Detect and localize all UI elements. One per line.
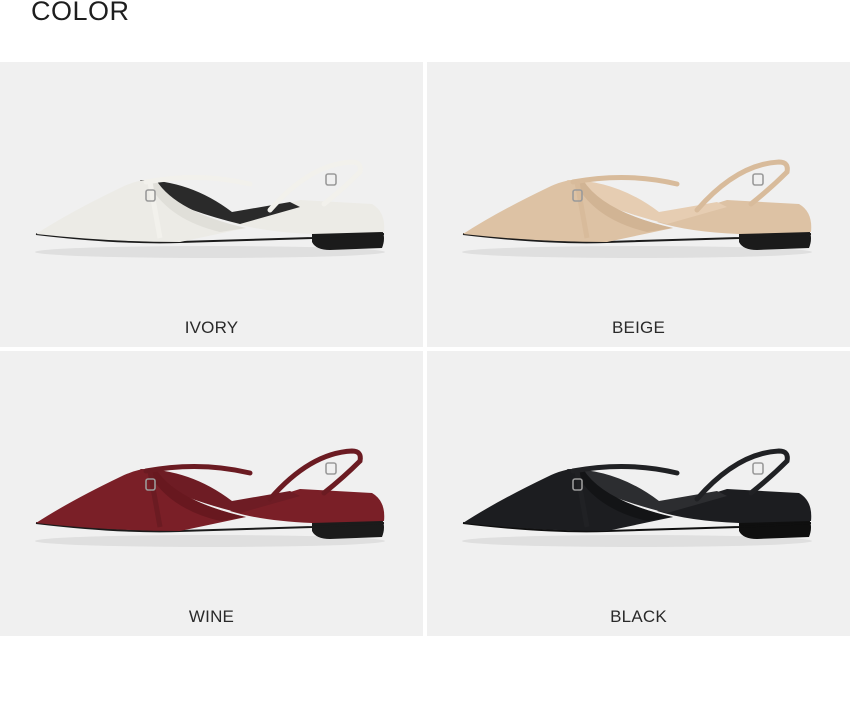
shoe-buckle-back [752, 462, 764, 475]
color-label-wine: WINE [188, 607, 235, 626]
shoe-buckle-back [325, 462, 337, 475]
color-swatch-ivory[interactable]: IVORY [0, 62, 423, 347]
color-swatch-beige[interactable]: BEIGE [427, 62, 850, 347]
shoe-buckle-back [325, 173, 337, 186]
color-label-black: BLACK [610, 607, 667, 626]
color-label-beige: BEIGE [612, 318, 665, 337]
shoe-image-wine [35, 448, 385, 547]
color-swatch-black[interactable]: BLACK [427, 351, 850, 636]
shoe-image-beige [462, 159, 812, 258]
section-heading: COLOR [31, 0, 130, 26]
shoe-buckle-back [752, 173, 764, 186]
color-label-ivory: IVORY [184, 318, 239, 337]
shoe-image-black [462, 448, 812, 547]
color-swatch-wine[interactable]: WINE [0, 351, 423, 636]
shoe-image-ivory [35, 159, 385, 258]
